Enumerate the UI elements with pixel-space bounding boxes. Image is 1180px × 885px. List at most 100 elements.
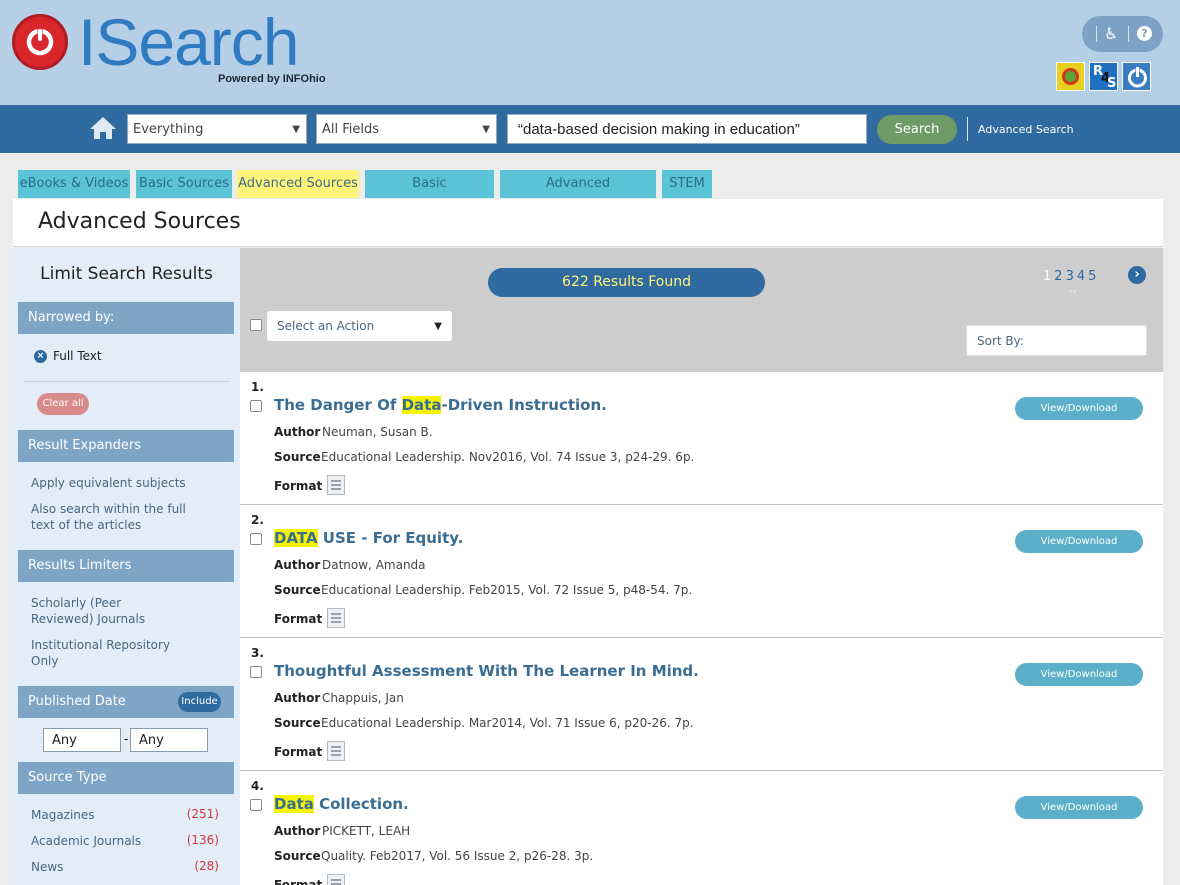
sort-by-select[interactable]: Sort By: [966,325,1147,356]
view-download-button[interactable]: View/Download [1015,530,1143,553]
remove-filter-icon[interactable]: × [34,350,47,363]
format-label: Format [274,745,323,759]
dropdown-arrow-icon: ▼ [292,124,300,135]
tab-basic-sources[interactable]: Basic Sources [136,170,232,198]
result-checkbox[interactable] [250,533,262,545]
result-title-link[interactable]: Thoughtful Assessment With The Learner I… [274,662,699,680]
home-icon[interactable] [88,115,118,145]
action-select[interactable]: Select an Action ▼ [267,311,452,341]
limiter-repository-line1[interactable]: Institutional Repository [31,637,170,653]
page-title: Advanced Sources [38,209,241,234]
advanced-search-link[interactable]: Advanced Search [978,123,1074,136]
expander-full-text-line2[interactable]: text of the articles [31,517,141,533]
result-author: Neuman, Susan B. [322,425,433,439]
count-magazines: (251) [186,807,219,821]
source-label: Source [274,849,321,863]
result-number: 2. [251,513,264,527]
next-page-icon[interactable]: › [1128,266,1146,284]
limiter-scholarly-line1[interactable]: Scholarly (Peer [31,595,121,611]
date-separator: - [124,732,129,746]
format-label: Format [274,612,323,626]
sidebar-title: Limit Search Results [40,264,213,284]
source-type-news[interactable]: News [31,859,63,875]
tab-advanced-encyclopedias[interactable]: Advanced Encyclopedias [500,170,656,219]
article-format-icon [327,741,345,761]
tab-ebooks-videos[interactable]: eBooks & Videos [18,170,130,198]
source-label: Source [274,450,321,464]
search-bar: Everything ▼ All Fields ▼ “data-based deci… [0,105,1180,153]
view-download-button[interactable]: View/Download [1015,663,1143,686]
power-icon[interactable] [1122,62,1151,91]
result-item: 2. DATA USE - For Equity. Author Datnow,… [240,505,1163,638]
result-source: Educational Leadership. Nov2016, Vol. 74… [321,450,695,464]
results-limiters-heading: Results Limiters [18,550,234,582]
clear-all-button[interactable]: Clear all [37,393,89,415]
result-number: 1. [251,380,264,394]
limiter-scholarly-line2[interactable]: Reviewed) Journals [31,611,145,627]
divider [1128,26,1129,42]
result-item: 3. Thoughtful Assessment With The Learne… [240,638,1163,771]
source-label: Source [274,583,321,597]
page-2[interactable]: 2 [1054,269,1062,284]
format-label: Format [274,479,323,493]
limiter-repository-line2[interactable]: Only [31,653,59,669]
divider [967,117,968,141]
pager-dots: .. [1069,284,1078,295]
scope-select[interactable]: Everything ▼ [127,114,307,144]
format-label: Format [274,878,323,885]
page-5[interactable]: 5 [1088,269,1096,284]
search-button[interactable]: Search [877,115,957,144]
search-input[interactable]: “data-based decision making in education… [507,114,867,144]
select-all-checkbox[interactable] [250,319,262,331]
author-label: Author [274,691,321,705]
result-checkbox[interactable] [250,799,262,811]
result-author: Datnow, Amanda [322,558,426,572]
tab-advanced-sources[interactable]: Advanced Sources [237,170,359,198]
result-author: Chappuis, Jan [322,691,404,705]
wheelchair-icon[interactable]: ♿ [1104,24,1118,44]
divider [1096,26,1097,42]
isearch-logo-icon[interactable] [12,14,68,70]
app-icon-1[interactable] [1056,62,1085,91]
dropdown-arrow-icon: ▼ [482,124,490,135]
view-download-button[interactable]: View/Download [1015,796,1143,819]
pagination: 12345 [1043,269,1099,284]
page-title-panel: Advanced Sources [13,199,1163,247]
brand-name[interactable]: ISearch [78,4,299,80]
result-title-link[interactable]: Data Collection. [274,795,409,813]
page-4[interactable]: 4 [1077,269,1085,284]
result-number: 3. [251,646,264,660]
results-count: 622 Results Found [488,268,765,297]
source-type-magazines[interactable]: Magazines [31,807,95,823]
result-source: Quality. Feb2017, Vol. 56 Issue 2, p26-2… [321,849,594,863]
tab-stem[interactable]: STEM [662,170,712,198]
date-from-input[interactable]: Any [43,728,121,752]
result-title-link[interactable]: The Danger Of Data-Driven Instruction. [274,396,607,414]
article-format-icon [327,874,345,885]
tab-basic-encyclopedias[interactable]: Basic Encyclopedias [365,170,494,219]
article-format-icon [327,608,345,628]
page-3[interactable]: 3 [1066,269,1074,284]
expander-equivalent-subjects[interactable]: Apply equivalent subjects [31,475,186,491]
result-item: 1. The Danger Of Data-Driven Instruction… [240,372,1163,505]
result-expanders-heading: Result Expanders [18,430,234,462]
field-select[interactable]: All Fields ▼ [316,114,497,144]
result-checkbox[interactable] [250,400,262,412]
author-label: Author [274,558,321,572]
source-label: Source [274,716,321,730]
results-toolbar: 622 Results Found 12345 .. › Select an A… [240,248,1163,372]
result-number: 4. [251,779,264,793]
count-news: (28) [194,859,219,873]
narrowed-by-heading: Narrowed by: [18,302,234,334]
expander-full-text-line1[interactable]: Also search within the full [31,501,186,517]
page-1[interactable]: 1 [1043,269,1051,284]
source-type-academic-journals[interactable]: Academic Journals [31,833,141,849]
result-title-link[interactable]: DATA USE - For Equity. [274,529,463,547]
include-toggle[interactable]: Include [178,692,221,712]
date-to-input[interactable]: Any [130,728,208,752]
view-download-button[interactable]: View/Download [1015,397,1143,420]
author-label: Author [274,425,321,439]
r4s-icon[interactable]: R 4 S [1089,62,1118,91]
question-icon[interactable]: ? [1137,26,1152,41]
result-checkbox[interactable] [250,666,262,678]
